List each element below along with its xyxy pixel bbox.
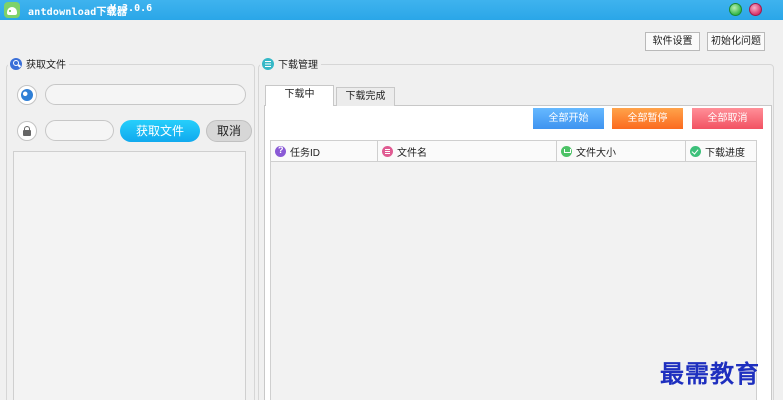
column-task-id[interactable]: 任务ID [271, 141, 378, 161]
title-bar: antdownload下载器 V:3.0.6 [0, 0, 783, 20]
document-icon [382, 145, 393, 157]
cancel-button[interactable]: 取消 [206, 120, 252, 142]
column-label: 文件名 [397, 147, 427, 159]
pause-all-button[interactable]: 全部暂停 [612, 108, 683, 129]
storage-icon [561, 145, 572, 157]
extract-code-input[interactable] [45, 120, 114, 141]
watermark-logo: 最需教育 [660, 359, 760, 388]
app-version: V:3.0.6 [110, 3, 153, 14]
software-settings-button[interactable]: 软件设置 [645, 32, 700, 51]
android-logo-icon [4, 2, 20, 18]
download-manager-title: 下载管理 [278, 60, 318, 71]
fetch-file-button[interactable]: 获取文件 [120, 120, 200, 142]
url-input[interactable] [45, 84, 246, 105]
column-download-progress[interactable]: 下载进度 [686, 141, 756, 161]
column-file-name[interactable]: 文件名 [378, 141, 557, 161]
tab-completed[interactable]: 下载完成 [336, 87, 395, 106]
column-label: 任务ID [290, 147, 320, 159]
lock-icon [17, 121, 37, 141]
column-label: 文件大小 [576, 147, 616, 159]
list-icon [262, 57, 274, 70]
check-icon [690, 145, 701, 157]
minimize-icon[interactable] [729, 3, 742, 16]
column-label: 下载进度 [705, 147, 745, 159]
fetch-file-title: 获取文件 [26, 60, 66, 71]
initialize-problem-button[interactable]: 初始化问题 [707, 32, 765, 51]
download-manager-legend: 下载管理 [260, 56, 321, 71]
fetch-file-legend: 获取文件 [8, 56, 69, 71]
file-list-box[interactable] [13, 151, 246, 400]
tab-downloading[interactable]: 下载中 [265, 85, 334, 106]
search-icon [10, 57, 22, 70]
start-all-button[interactable]: 全部开始 [533, 108, 604, 129]
question-icon [275, 145, 286, 157]
globe-icon [17, 85, 37, 105]
cancel-all-button[interactable]: 全部取消 [692, 108, 763, 129]
table-header: 任务ID 文件名 文件大小 下载进度 [271, 141, 756, 162]
column-file-size[interactable]: 文件大小 [557, 141, 686, 161]
close-icon[interactable] [749, 3, 762, 16]
